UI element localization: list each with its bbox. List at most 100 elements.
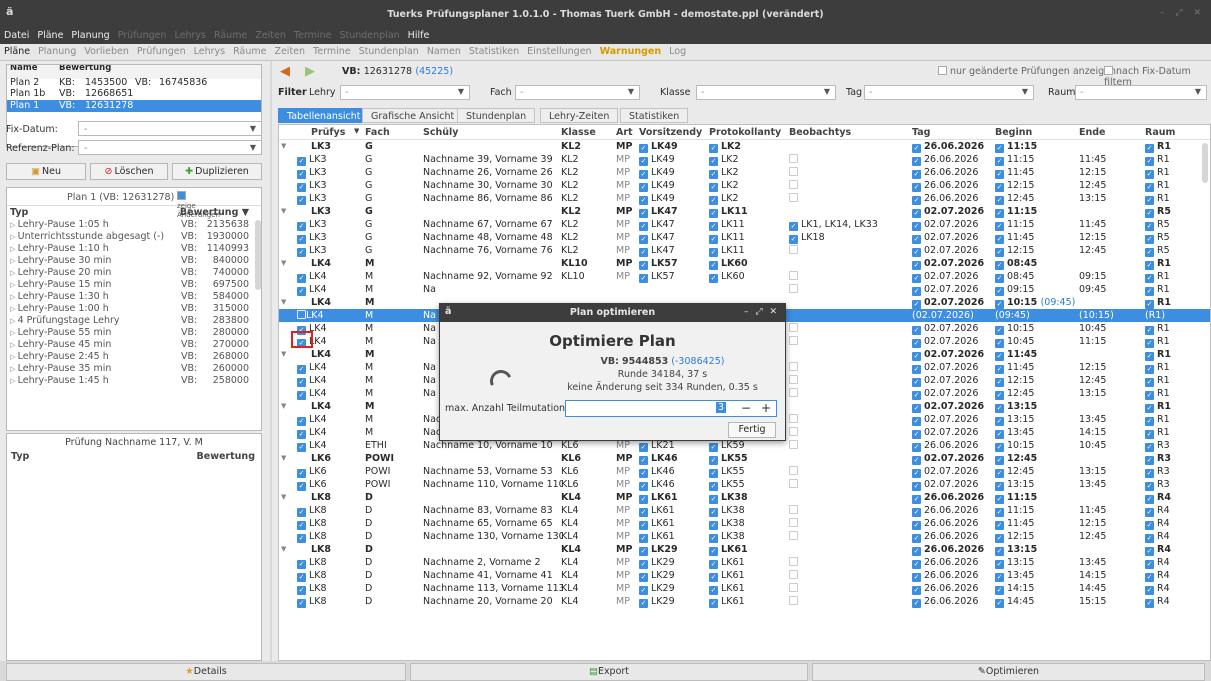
checkbox-icon[interactable]: ✓ [297, 586, 306, 595]
table-group-row[interactable]: ▼ LK8 D KL4 MP ✓ LK61 ✓ LK38 ✓ 26.06.2026 ✓ 11:15 ✓ R4 [279, 491, 1210, 504]
checkbox-icon[interactable]: ✓ [639, 170, 648, 179]
changed-only-checkbox[interactable]: nur geänderte Prüfungen anzeigen [938, 66, 1116, 77]
expand-arrow-icon[interactable]: ▷ [10, 329, 18, 337]
score-row[interactable]: ▷ Lehry-Pause 1:05 h VB: 2135638 [7, 219, 261, 231]
checkbox-empty-icon[interactable] [789, 193, 798, 202]
checkbox-icon[interactable]: ✓ [995, 521, 1004, 530]
loeschen-button[interactable]: ⊘ Löschen [90, 163, 168, 180]
checkbox-icon[interactable]: ✓ [297, 391, 306, 400]
table-row[interactable]: ✓ LK3 G Nachname 26, Vorname 26 KL2 MP ✓ LK49 ✓ L… [279, 166, 1210, 179]
checkbox-icon[interactable]: ✓ [912, 352, 921, 361]
checkbox-icon[interactable]: ✓ [1145, 534, 1154, 543]
checkbox-empty-icon[interactable] [789, 245, 798, 254]
column-header-10[interactable]: Ende [1079, 127, 1106, 138]
checkbox-icon[interactable]: ✓ [709, 209, 718, 218]
score-row[interactable]: ▷ Lehry-Pause 1:45 h VB: 258000 [7, 375, 261, 387]
checkbox-icon[interactable]: ✓ [709, 170, 718, 179]
fix-datum-select[interactable]: - ▼ [78, 121, 262, 136]
score-row[interactable]: ▷ Lehry-Pause 20 min VB: 740000 [7, 267, 261, 279]
score-row[interactable]: ▷ Lehry-Pause 15 min VB: 697500 [7, 279, 261, 291]
checkbox-empty-icon[interactable] [789, 154, 798, 163]
table-group-row[interactable]: ▼ LK3 G KL2 MP ✓ LK47 ✓ LK11 ✓ 02.07.2026 ✓ 11:15 ✓ R5 [279, 205, 1210, 218]
expand-arrow-icon[interactable]: ▷ [10, 257, 18, 265]
table-scrollbar[interactable] [1202, 143, 1208, 183]
checkbox-icon[interactable]: ✓ [709, 482, 718, 491]
table-row[interactable]: ✓ LK3 G Nachname 86, Vorname 86 KL2 MP ✓ LK49 ✓ L… [279, 192, 1210, 205]
checkbox-icon[interactable]: ✓ [912, 300, 921, 309]
table-row[interactable]: ✓ LK3 G Nachname 76, Vorname 76 KL2 MP ✓ LK47 ✓ L… [279, 244, 1210, 257]
tab-7[interactable]: Termine [309, 44, 355, 57]
checkbox-icon[interactable]: ✓ [912, 183, 921, 192]
expand-arrow-icon[interactable]: ▼ [281, 205, 286, 218]
checkbox-icon[interactable]: ✓ [912, 456, 921, 465]
checkbox-icon[interactable]: ✓ [639, 248, 648, 257]
expand-arrow-icon[interactable]: ▼ [281, 543, 286, 556]
checkbox-icon[interactable]: ✓ [709, 456, 718, 465]
checkbox-icon[interactable]: ✓ [912, 144, 921, 153]
checkbox-icon[interactable]: ✓ [709, 599, 718, 608]
checkbox-icon[interactable]: ✓ [1145, 586, 1154, 595]
checkbox-icon[interactable]: ✓ [912, 560, 921, 569]
checkbox-icon[interactable]: ✓ [297, 157, 306, 166]
checkbox-icon[interactable]: ✓ [1145, 547, 1154, 556]
checkbox-icon[interactable]: ✓ [1145, 417, 1154, 426]
checkbox-icon[interactable]: ✓ [912, 547, 921, 556]
checkbox-icon[interactable]: ✓ [912, 157, 921, 166]
checkbox-icon[interactable]: ✓ [912, 170, 921, 179]
score-row[interactable]: ▷ Unterrichtsstunde abgesagt (-) VB: 19300… [7, 231, 261, 243]
checkbox-icon[interactable]: ✓ [639, 508, 648, 517]
checkbox-icon[interactable]: ✓ [1145, 196, 1154, 205]
checkbox-icon[interactable]: ✓ [995, 430, 1004, 439]
checkbox-icon[interactable]: ✓ [995, 560, 1004, 569]
checkbox-icon[interactable]: ✓ [1145, 469, 1154, 478]
expand-arrow-icon[interactable]: ▷ [10, 365, 18, 373]
checkbox-icon[interactable]: ✓ [1145, 261, 1154, 270]
table-row[interactable]: ✓ LK8 D Nachname 65, Vorname 65 KL4 MP ✓ LK61 ✓ L… [279, 517, 1210, 530]
column-header-0[interactable]: Prüfys [311, 127, 345, 138]
column-header-8[interactable]: Tag [912, 127, 930, 138]
checkbox-icon[interactable]: ✓ [912, 196, 921, 205]
checkbox-icon[interactable]: ✓ [709, 508, 718, 517]
tab-8[interactable]: Stundenplan [355, 44, 423, 57]
checkbox-empty-icon[interactable] [789, 440, 798, 449]
checkbox-icon[interactable]: ✓ [1145, 248, 1154, 257]
export-button[interactable]: ▤Export [410, 663, 808, 681]
tab-5[interactable]: Räume [229, 44, 270, 57]
checkbox-icon[interactable]: ✓ [709, 443, 718, 452]
checkbox-icon[interactable]: ✓ [995, 443, 1004, 452]
checkbox-icon[interactable]: ✓ [297, 222, 306, 231]
checkbox-icon[interactable]: ✓ [297, 248, 306, 257]
tab-10[interactable]: Statistiken [465, 44, 523, 57]
checkbox-icon[interactable]: ✓ [995, 248, 1004, 257]
checkbox-empty-icon[interactable] [789, 583, 798, 592]
checkbox-icon[interactable]: ✓ [912, 339, 921, 348]
expand-arrow-icon[interactable]: ▷ [10, 377, 18, 385]
checkbox-icon[interactable]: ✓ [995, 274, 1004, 283]
checkbox-icon[interactable]: ✓ [995, 339, 1004, 348]
checkbox-icon[interactable]: ✓ [912, 209, 921, 218]
checkbox-icon[interactable]: ✓ [912, 534, 921, 543]
table-row[interactable]: ✓ LK6 POWI Nachname 53, Vorname 53 KL6 MP ✓ LK4… [279, 465, 1210, 478]
checkbox-icon[interactable]: ✓ [639, 456, 648, 465]
checkbox-icon[interactable]: ✓ [297, 430, 306, 439]
checkbox-icon[interactable]: ✓ [912, 287, 921, 296]
checkbox-icon[interactable]: ✓ [639, 157, 648, 166]
checkbox-icon[interactable]: ✓ [995, 391, 1004, 400]
expand-arrow-icon[interactable]: ▼ [281, 491, 286, 504]
referenz-plan-select[interactable]: - ▼ [78, 140, 262, 155]
checkbox-empty-icon[interactable] [789, 570, 798, 579]
view-tab-4[interactable]: Statistiken [620, 108, 689, 123]
checkbox-icon[interactable]: ✓ [1145, 287, 1154, 296]
checkbox-icon[interactable]: ✓ [1145, 365, 1154, 374]
menu-item-8[interactable]: Stundenplan [335, 28, 403, 41]
plan-list-row[interactable]: Plan 1 VB: 12631278 [7, 100, 261, 112]
checkbox-icon[interactable]: ✓ [1145, 404, 1154, 413]
score-row[interactable]: ▷ Lehry-Pause 35 min VB: 260000 [7, 363, 261, 375]
score-row[interactable]: ▷ 4 Prüfungstage Lehry VB: 283800 [7, 315, 261, 327]
redo-arrow-icon[interactable]: ▶ [305, 64, 315, 79]
expand-arrow-icon[interactable]: ▷ [10, 245, 18, 253]
plan-list-row[interactable]: Plan 2 KB: 1453500 VB: 16745836 [7, 78, 261, 88]
expand-arrow-icon[interactable]: ▼ [281, 257, 286, 270]
checkbox-empty-icon[interactable] [789, 427, 798, 436]
expand-arrow-icon[interactable]: ▷ [10, 269, 18, 277]
